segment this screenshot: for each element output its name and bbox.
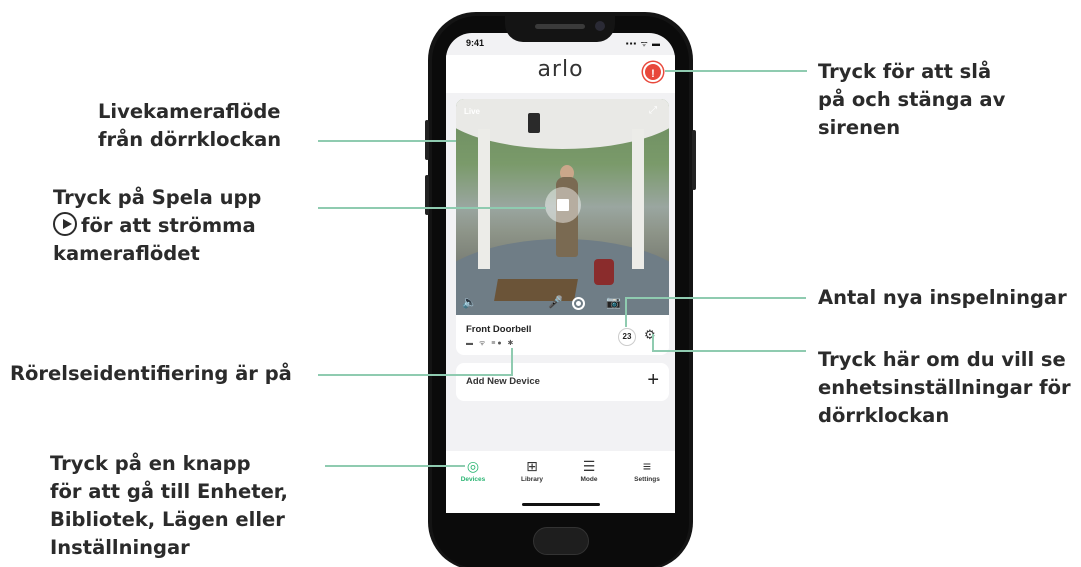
tab-label: Devices (460, 476, 486, 483)
callout-text: Tryck för att slå (818, 60, 992, 83)
device-status-icons: ▬ ᯤ ≡● ✱ (466, 340, 516, 347)
siren-shield-icon: ! (651, 68, 655, 80)
phone-side-button (425, 175, 429, 215)
device-name: Front Doorbell (466, 324, 532, 335)
callout-recordings: Antal nya inspelningar (818, 284, 1067, 312)
feed-porch-column (632, 129, 644, 269)
callout-text: Tryck på en knapp (50, 452, 251, 475)
feed-porch-column (478, 129, 490, 269)
phone-speaker (535, 24, 585, 29)
record-icon[interactable] (572, 297, 585, 310)
callout-line-motion (318, 374, 512, 376)
callout-text: för att strömma (81, 214, 256, 237)
tab-mode[interactable]: ☰ Mode (564, 457, 614, 483)
callout-text: Inställningar (50, 536, 190, 559)
phone-screen: 9:41 ▪▪▪ ᯤ ▬ arlo ! Live ⤢ 🔈 🎤 📷 Front D… (446, 33, 675, 513)
status-time: 9:41 (466, 38, 485, 48)
siren-button[interactable]: ! (643, 62, 663, 82)
feed-porch-lamp (528, 113, 540, 133)
callout-line-settings (652, 350, 806, 352)
callout-line-recordings (625, 297, 806, 299)
settings-menu-icon: ≡ (642, 458, 652, 474)
callout-line-recordings-vertical (625, 297, 627, 327)
phone-front-camera (595, 21, 605, 31)
phone-side-button (692, 130, 696, 190)
callout-text: sirenen (818, 116, 901, 139)
fullscreen-expand-icon[interactable]: ⤢ (649, 105, 661, 117)
callout-text: Tryck på Spela upp (53, 186, 262, 209)
callout-tabs: Tryck på en knapp för att gå till Enhete… (50, 450, 288, 562)
callout-text: för att gå till Enheter, (50, 480, 288, 503)
add-device-card[interactable]: Add New Device + (456, 363, 669, 401)
callout-text: Antal nya inspelningar (818, 286, 1067, 309)
tab-label: Mode (580, 476, 598, 483)
plus-icon[interactable]: + (647, 369, 659, 392)
callout-live-feed: Livekameraflöde från dörrklockan (98, 98, 281, 154)
arlo-logo: arlo (537, 57, 584, 82)
new-recordings-badge[interactable]: 23 (618, 328, 636, 346)
callout-text: på och stänga av (818, 88, 1006, 111)
callout-line-play (318, 207, 546, 209)
callout-motion: Rörelseidentifiering är på (10, 360, 292, 388)
microphone-icon[interactable]: 🎤 (548, 295, 563, 309)
home-indicator (522, 503, 600, 506)
app-header: arlo ! (446, 55, 675, 93)
mode-icon: ☰ (582, 458, 596, 474)
callout-line-tabs (325, 465, 465, 467)
camera-card[interactable]: Live ⤢ 🔈 🎤 📷 Front Doorbell ▬ ᯤ ≡● ✱ 23 … (456, 99, 669, 355)
library-icon: ⊞ (526, 458, 538, 474)
callout-text: Tryck här om du vill se (818, 348, 1066, 371)
callout-line-motion-vertical (511, 348, 513, 376)
callout-text: dörrklockan (818, 404, 950, 427)
callout-line-live-feed (318, 140, 456, 142)
live-label: Live (464, 107, 481, 116)
tab-settings[interactable]: ≡ Settings (622, 457, 672, 483)
callout-text: enhetsinställningar för (818, 376, 1071, 399)
callout-text: kameraflödet (53, 242, 200, 265)
tab-label: Settings (634, 476, 660, 483)
callout-text: Livekameraflöde (98, 100, 281, 123)
stop-stream-button[interactable] (545, 187, 581, 223)
tab-library[interactable]: ⊞ Library (507, 457, 557, 483)
snapshot-camera-icon[interactable]: 📷 (606, 295, 621, 309)
phone-home-button (533, 527, 589, 555)
callout-settings: Tryck här om du vill se enhetsinställnin… (818, 346, 1071, 430)
speaker-icon[interactable]: 🔈 (462, 295, 477, 309)
tab-bar: ◎ Devices ⊞ Library ☰ Mode ≡ Settings (446, 451, 675, 513)
play-icon (53, 212, 77, 236)
add-device-label: Add New Device (466, 376, 540, 387)
callout-siren: Tryck för att slå på och stänga av siren… (818, 58, 1005, 142)
feed-bag (594, 259, 614, 285)
tab-label: Library (520, 476, 544, 483)
callout-text: Bibliotek, Lägen eller (50, 508, 285, 531)
status-icons: ▪▪▪ ᯤ ▬ (625, 39, 661, 48)
callout-line-siren (665, 70, 807, 72)
tab-devices[interactable]: ◎ Devices (448, 457, 498, 483)
callout-play: Tryck på Spela upp för att strömma kamer… (53, 184, 261, 268)
callout-text: från dörrklockan (98, 128, 282, 151)
callout-line-settings-vertical (652, 334, 654, 352)
callout-text: Rörelseidentifiering är på (10, 362, 292, 385)
